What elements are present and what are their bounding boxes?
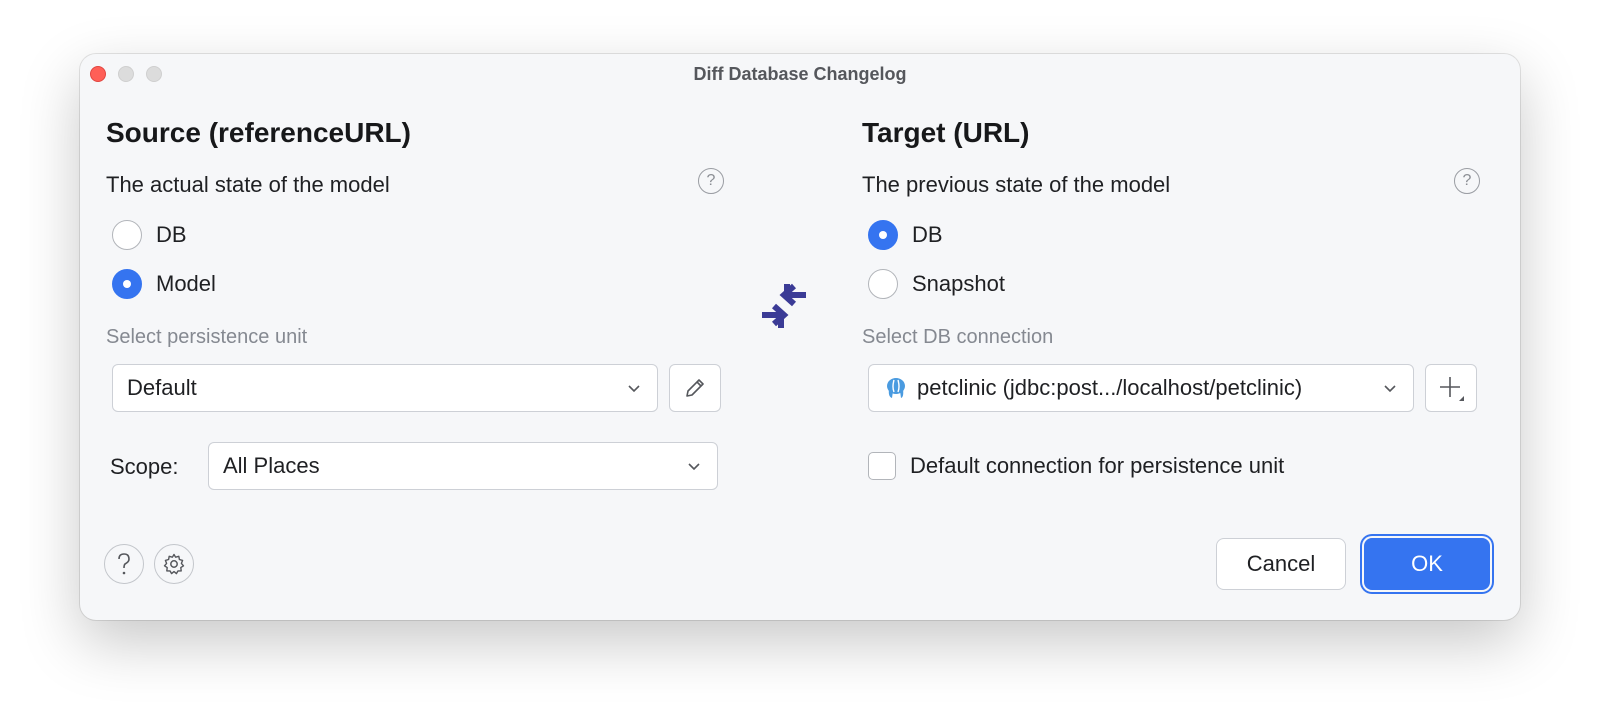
help-button[interactable] — [104, 544, 144, 584]
ok-button[interactable]: OK — [1364, 538, 1490, 590]
default-connection-label: Default connection for persistence unit — [910, 453, 1285, 478]
dialog-window: Diff Database Changelog Source (referenc… — [80, 54, 1520, 620]
target-radio-snapshot[interactable]: Snapshot — [868, 269, 1005, 299]
radio-button[interactable] — [112, 220, 142, 250]
chevron-down-icon — [1384, 385, 1396, 393]
settings-button[interactable] — [154, 544, 194, 584]
radio-button[interactable] — [112, 269, 142, 299]
scope-value: All Places — [223, 453, 320, 478]
pencil-icon — [686, 379, 704, 397]
gear-icon — [163, 553, 185, 575]
source-heading: Source (referenceURL) — [106, 117, 411, 148]
radio-label: Model — [156, 271, 216, 296]
radio-button[interactable] — [868, 220, 898, 250]
persistence-unit-select[interactable]: Default — [112, 364, 658, 412]
target-subtitle: The previous state of the model — [862, 172, 1171, 197]
cancel-button[interactable]: Cancel — [1216, 538, 1346, 590]
target-heading: Target (URL) — [862, 117, 1030, 148]
persistence-unit-value: Default — [127, 375, 197, 400]
default-connection-checkbox-row[interactable]: Default connection for persistence unit — [868, 452, 1284, 480]
window-title: Diff Database Changelog — [693, 64, 907, 84]
postgresql-elephant-icon — [887, 378, 905, 398]
persistence-unit-label: Select persistence unit — [106, 326, 308, 348]
question-mark-icon — [118, 553, 130, 575]
db-connection-select[interactable]: petclinic (jdbc:post.../localhost/petcli… — [868, 364, 1414, 412]
scope-label: Scope: — [110, 454, 179, 479]
target-radio-db[interactable]: DB — [868, 220, 943, 250]
add-connection-button[interactable] — [1425, 364, 1477, 412]
plus-icon — [1440, 377, 1464, 401]
chevron-down-icon — [628, 385, 640, 393]
compare-arrows-icon — [762, 283, 806, 328]
radio-label: Snapshot — [912, 271, 1005, 296]
title-bar: Diff Database Changelog — [80, 54, 1520, 94]
source-radio-db[interactable]: DB — [112, 220, 187, 250]
source-radio-model[interactable]: Model — [112, 269, 216, 299]
db-connection-value: petclinic (jdbc:post.../localhost/petcli… — [917, 375, 1303, 400]
source-help-icon[interactable]: ? — [698, 168, 724, 194]
radio-label: DB — [156, 222, 187, 247]
edit-persistence-unit-button[interactable] — [669, 364, 721, 412]
radio-label: DB — [912, 222, 943, 247]
target-help-icon[interactable]: ? — [1454, 168, 1480, 194]
radio-button[interactable] — [868, 269, 898, 299]
chevron-down-icon — [688, 463, 700, 471]
db-connection-label: Select DB connection — [862, 326, 1054, 348]
source-subtitle: The actual state of the model — [106, 172, 390, 197]
default-connection-checkbox[interactable] — [868, 452, 896, 480]
scope-select[interactable]: All Places — [208, 442, 718, 490]
